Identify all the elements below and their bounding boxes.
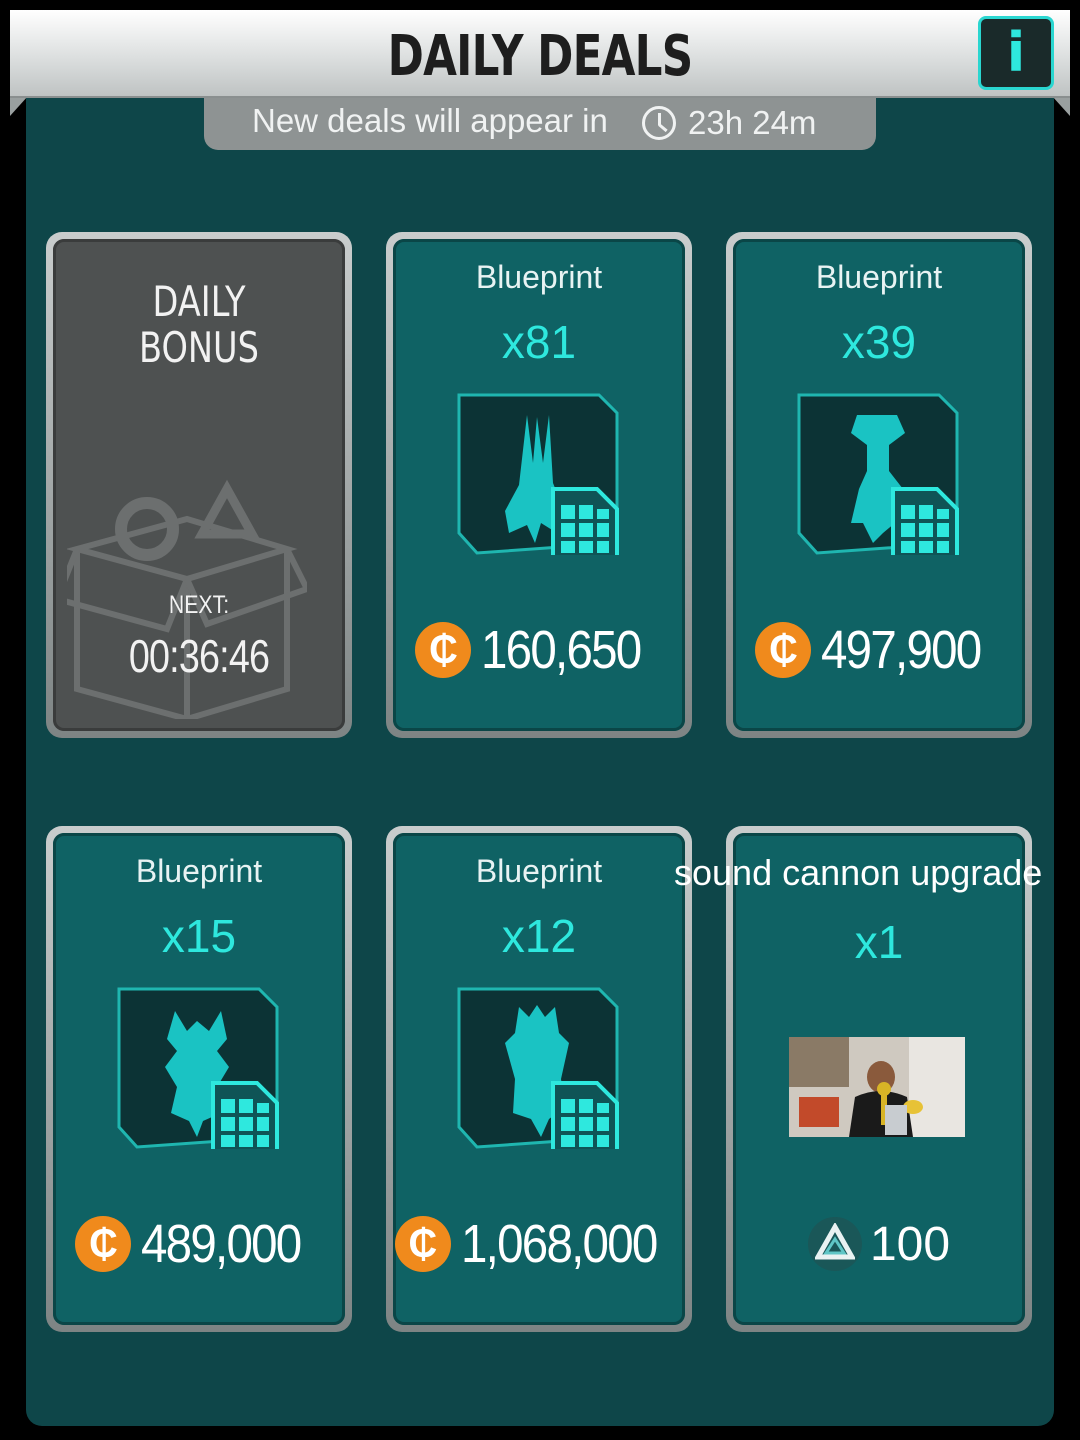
info-button[interactable]: i — [978, 16, 1054, 90]
header-edge-left — [10, 96, 28, 116]
refresh-timer-bar: New deals will appear in 23h 24m — [204, 98, 876, 150]
page-title: DAILY DEALS — [387, 24, 694, 89]
clock-icon — [642, 106, 676, 140]
deal-title: Blueprint — [135, 853, 263, 889]
price-value: 1,068,000 — [460, 1214, 658, 1274]
blueprint-ship-icon — [797, 393, 959, 555]
deal-card[interactable]: Blueprint x39 ₵ 497,900 — [726, 232, 1032, 738]
price-value: 489,000 — [141, 1214, 302, 1274]
coin-icon: ₵ — [415, 622, 472, 678]
info-icon: i — [1006, 21, 1026, 84]
deal-price: ₵ 497,900 — [733, 615, 1025, 685]
triangle-currency-icon — [807, 1217, 862, 1271]
deal-title: Blueprint — [475, 259, 603, 295]
blueprint-ship-icon — [457, 393, 619, 555]
coin-icon: ₵ — [755, 622, 812, 678]
timer-value: 23h 24m — [688, 104, 817, 141]
deal-title-overlay: sound cannon upgrade — [674, 852, 1043, 893]
header-edge-right — [1052, 96, 1070, 116]
deal-title: Blueprint — [475, 853, 603, 889]
deal-price: ₵ 160,650 — [393, 615, 685, 685]
upgrade-photo — [789, 1037, 965, 1137]
deal-title: Blueprint — [815, 259, 943, 295]
deal-card[interactable]: Blueprint x81 ₵ 160,650 — [386, 232, 692, 738]
deal-quantity: x15 — [161, 910, 237, 962]
deal-card[interactable]: Blueprint x12 ₵ 1,068,000 — [386, 826, 692, 1332]
coin-icon: ₵ — [75, 1216, 132, 1272]
deal-quantity: x1 — [854, 916, 904, 968]
price-value: 497,900 — [821, 620, 982, 680]
daily-bonus-title: DAILY BONUS — [139, 277, 259, 372]
deal-price: 100 — [733, 1209, 1025, 1279]
deal-card-sound-cannon[interactable]: x1 100 — [726, 826, 1032, 1332]
price-value: 160,650 — [481, 620, 642, 680]
deal-price: ₵ 489,000 — [53, 1209, 345, 1279]
daily-bonus-card[interactable]: DAILY BONUS NEXT: 00:36:46 — [46, 232, 352, 738]
blueprint-ship-icon — [457, 987, 619, 1149]
blueprint-ship-icon — [117, 987, 279, 1149]
timer-label: New deals will appear in — [252, 102, 608, 139]
deal-quantity: x39 — [841, 316, 917, 368]
deal-quantity: x12 — [501, 910, 577, 962]
price-value: 100 — [869, 1217, 951, 1271]
header-bar: DAILY DEALS — [10, 10, 1070, 98]
coin-icon: ₵ — [394, 1216, 451, 1272]
deal-price: ₵ 1,068,000 — [393, 1209, 685, 1279]
next-bonus-label: NEXT: — [168, 591, 230, 619]
next-bonus-countdown: 00:36:46 — [128, 630, 270, 682]
deal-card[interactable]: Blueprint x15 ₵ 489,000 — [46, 826, 352, 1332]
deal-quantity: x81 — [501, 316, 577, 368]
